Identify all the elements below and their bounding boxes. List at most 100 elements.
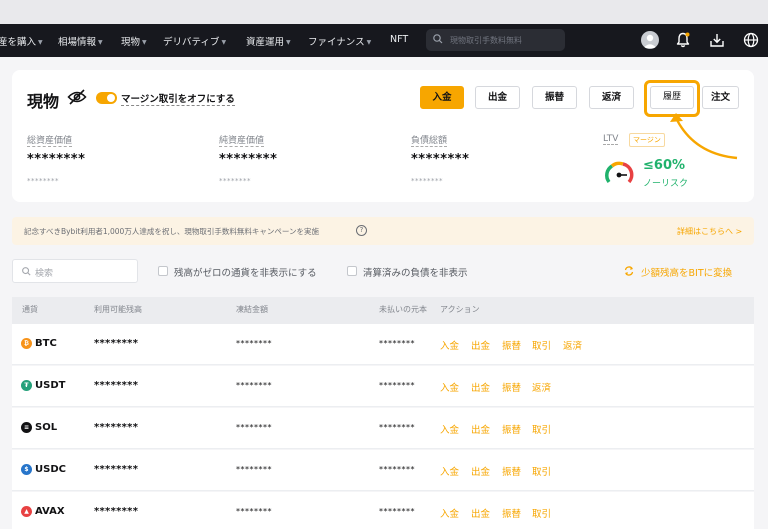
nav-item-finance[interactable]: ファイナンス ▼ [308,34,371,48]
row-action-link[interactable]: 取引 [532,506,551,520]
convert-icon[interactable] [623,265,635,277]
metric-sub: ******** [27,177,59,185]
nav-label: ファイナンス [308,37,365,48]
caret-down-icon: ▼ [221,39,227,46]
row-action-link[interactable]: 振替 [502,380,521,394]
search-icon [22,267,31,276]
bell-icon[interactable] [674,31,692,49]
repay-button[interactable]: 返済 [589,86,634,109]
caret-down-icon: ▼ [98,39,103,46]
table-row: ≡ SOL ******** ******** ******** 入金 出金 振替 取引 [12,408,754,449]
margin-chip: マージン [629,133,665,147]
cell-frozen: ******** [236,507,272,516]
table-row: ▲ AVAX ******** ******** ******** 入金 出金 振替 取引 [12,492,754,529]
row-action-link[interactable]: 入金 [440,464,459,478]
transfer-button[interactable]: 振替 [532,86,577,109]
row-action-link[interactable]: 振替 [502,506,521,520]
eye-off-icon[interactable] [67,89,87,105]
nav-item-markets[interactable]: 相場情報 ▼ [58,34,103,48]
row-action-link[interactable]: 出金 [471,380,490,394]
row-action-link[interactable]: 取引 [532,464,551,478]
cell-unpaid: ******** [379,465,415,474]
cell-unpaid: ******** [379,423,415,432]
metric-value: ******** [219,152,278,167]
deposit-button[interactable]: 入金 [420,86,464,109]
row-action-link[interactable]: 返済 [532,380,551,394]
cell-frozen: ******** [236,381,272,390]
top-navbar: 産を購入 ▼ 相場情報 ▼ 現物 ▼ デリバティブ ▼ 資産運用 ▼ ファイナンス ▼ NF… [0,24,768,57]
row-action-link[interactable]: 出金 [471,338,490,352]
margin-toggle[interactable] [96,92,117,104]
col-unpaid: 未払いの元本 [379,305,427,314]
margin-toggle-label: マージン取引をオフにする [121,91,235,106]
ltv-value: ≤60% [643,158,686,173]
nav-label: デリバティブ [163,37,220,48]
row-action-link[interactable]: 入金 [440,506,459,520]
ltv-label: LTV [603,134,619,145]
hide-cleared-checkbox[interactable] [347,266,357,276]
help-icon[interactable]: ? [356,225,367,236]
row-action-link[interactable]: 入金 [440,338,459,352]
page-title: 現物 [27,92,60,111]
cell-available: ******** [94,380,139,391]
row-action-link[interactable]: 取引 [532,338,551,352]
globe-icon[interactable] [742,31,760,49]
asset-search-input[interactable]: 検索 [12,259,138,283]
nav-item-nft[interactable]: NFT [390,34,408,45]
btc-coin-icon: ₿ [21,338,32,349]
row-action-link[interactable]: 振替 [502,422,521,436]
table-row: ₮ USDT ******** ******** ******** 入金 出金 振替 返済 [12,366,754,407]
avax-coin-icon: ▲ [21,506,32,517]
row-action-link[interactable]: 入金 [440,422,459,436]
metric-label: 負債総額 [411,133,448,147]
nav-label: 現物 [121,37,141,48]
avatar[interactable] [641,31,659,49]
metric-value: ******** [411,152,470,167]
nav-search-input[interactable]: 現物取引手数料無料 [426,29,565,51]
row-action-link[interactable]: 振替 [502,464,521,478]
sol-coin-icon: ≡ [21,422,32,433]
cell-available: ******** [94,506,139,517]
download-icon[interactable] [708,31,726,49]
row-action-link[interactable]: 振替 [502,338,521,352]
caret-down-icon: ▼ [142,39,147,46]
row-action-link[interactable]: 入金 [440,380,459,394]
ltv-gauge-icon [605,161,634,184]
cell-frozen: ******** [236,423,272,432]
hide-zero-label: 残高がゼロの通貨を非表示にする [174,268,317,279]
nav-item-earn[interactable]: 資産運用 ▼ [246,34,291,48]
nav-label: 産を購入 [0,37,37,48]
banner-details-link[interactable]: 詳細はこちらへ > [677,226,742,237]
col-currency: 通貨 [22,305,38,314]
coin-name: SOL [35,422,58,433]
caret-down-icon: ▼ [38,39,43,46]
row-action-link[interactable]: 取引 [532,422,551,436]
metric-sub: ******** [411,177,443,185]
nav-label: 相場情報 [58,37,97,48]
ltv-risk-level: ノーリスク [643,179,689,189]
nav-item-derivatives[interactable]: デリバティブ ▼ [163,34,226,48]
coin-name: USDC [35,464,66,475]
orders-button[interactable]: 注文 [702,86,739,109]
coin-name: USDT [35,380,66,391]
cell-available: ******** [94,422,139,433]
col-available: 利用可能残高 [94,305,142,314]
cell-unpaid: ******** [379,507,415,516]
row-action-link[interactable]: 返済 [563,338,582,352]
cell-frozen: ******** [236,339,272,348]
col-frozen: 凍結金額 [236,305,268,314]
cell-unpaid: ******** [379,339,415,348]
table-row: ₿ BTC ******** ******** ******** 入金 出金 振替 取引 返済 [12,324,754,365]
cell-available: ******** [94,464,139,475]
row-action-link[interactable]: 出金 [471,506,490,520]
convert-small-balance-link[interactable]: 少額残高をBITに変換 [641,265,732,279]
col-actions: アクション [440,305,480,314]
banner-text: 記念すべきBybit利用者1,000万人達成を祝し、現物取引手数料無料キャンペー… [24,227,319,236]
withdraw-button[interactable]: 出金 [475,86,520,109]
usdt-coin-icon: ₮ [21,380,32,391]
row-action-link[interactable]: 出金 [471,422,490,436]
nav-item-buy[interactable]: 産を購入 ▼ [0,34,43,48]
hide-zero-checkbox[interactable] [158,266,168,276]
nav-item-spot[interactable]: 現物 ▼ [121,34,147,48]
row-action-link[interactable]: 出金 [471,464,490,478]
